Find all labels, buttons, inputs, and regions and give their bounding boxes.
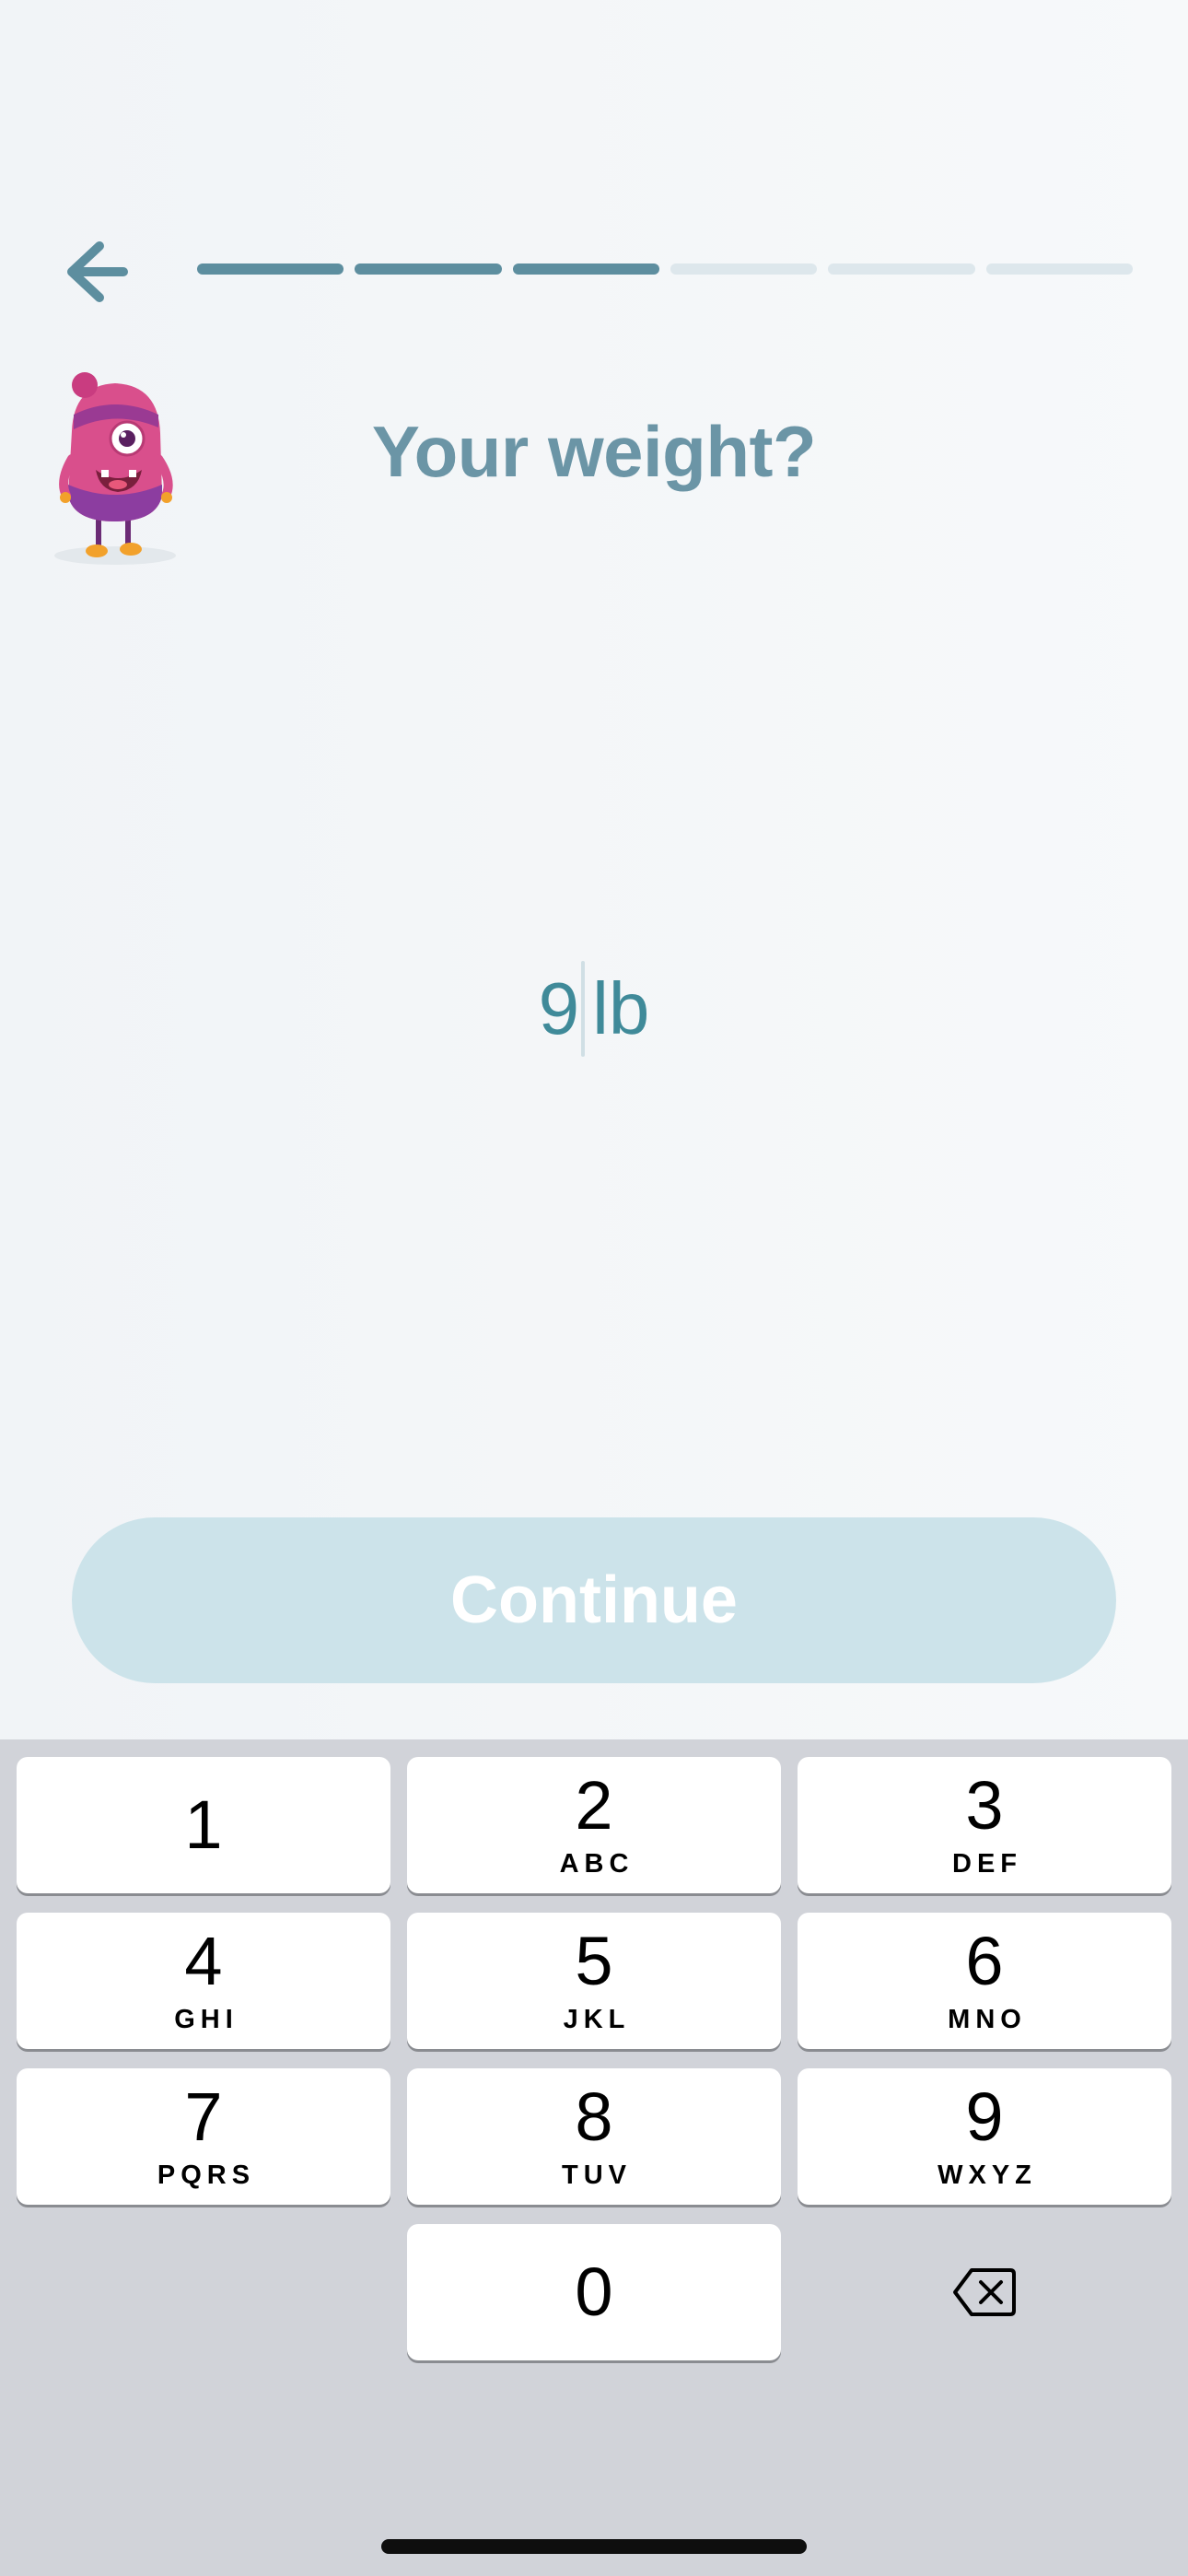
key-letters: MNO <box>948 2004 1027 2034</box>
weight-screen: Your weight? 9 lb Continue 1 2 ABC 3 DEF… <box>0 0 1188 2576</box>
key-2[interactable]: 2 ABC <box>407 1757 781 1893</box>
weight-value: 9 <box>538 967 580 1049</box>
home-indicator <box>381 2539 807 2554</box>
progress-segment <box>985 263 1133 275</box>
key-letters: TUV <box>562 2160 632 2190</box>
progress-segment <box>670 263 818 275</box>
progress-bar <box>197 263 1133 275</box>
key-letters: GHI <box>174 2004 239 2034</box>
key-letters: DEF <box>952 1848 1022 1879</box>
key-6[interactable]: 6 MNO <box>798 1913 1171 2049</box>
key-7[interactable]: 7 PQRS <box>17 2068 390 2205</box>
key-4[interactable]: 4 GHI <box>17 1913 390 2049</box>
key-digit: 6 <box>965 1922 1004 1999</box>
key-digit: 4 <box>184 1922 223 1999</box>
key-letters: WXYZ <box>938 2160 1037 2190</box>
arrow-left-icon[interactable] <box>59 235 142 309</box>
key-digit: 0 <box>575 2254 613 2330</box>
progress-segment <box>512 263 659 275</box>
text-cursor <box>581 961 586 1057</box>
pink-monster-mascot <box>54 372 176 565</box>
key-0[interactable]: 0 <box>407 2224 781 2360</box>
key-digit: 5 <box>575 1922 613 1999</box>
key-digit: 8 <box>575 2078 613 2155</box>
key-digit: 7 <box>184 2078 223 2155</box>
progress-segment <box>355 263 502 275</box>
numeric-keypad: 1 2 ABC 3 DEF 4 GHI 5 JKL 6 MNO 7 PQRS 8… <box>0 1739 1188 2576</box>
weight-unit: lb <box>592 967 650 1049</box>
backspace-icon <box>953 2268 1016 2316</box>
key-1[interactable]: 1 <box>17 1757 390 1893</box>
key-letters: ABC <box>559 1848 635 1879</box>
key-5[interactable]: 5 JKL <box>407 1913 781 2049</box>
key-8[interactable]: 8 TUV <box>407 2068 781 2205</box>
key-9[interactable]: 9 WXYZ <box>798 2068 1171 2205</box>
progress-segment <box>197 263 344 275</box>
weight-input[interactable]: 9 lb <box>0 958 1188 1060</box>
key-3[interactable]: 3 DEF <box>798 1757 1171 1893</box>
continue-button[interactable]: Continue <box>72 1517 1116 1683</box>
key-letters: JKL <box>563 2004 631 2034</box>
delete-key[interactable] <box>798 2224 1171 2360</box>
key-digit: 2 <box>575 1766 613 1844</box>
page-title: Your weight? <box>371 411 817 492</box>
progress-segment <box>828 263 975 275</box>
key-letters: PQRS <box>157 2160 256 2190</box>
key-digit: 1 <box>184 1786 223 1863</box>
key-digit: 9 <box>965 2078 1004 2155</box>
key-digit: 3 <box>965 1766 1004 1844</box>
